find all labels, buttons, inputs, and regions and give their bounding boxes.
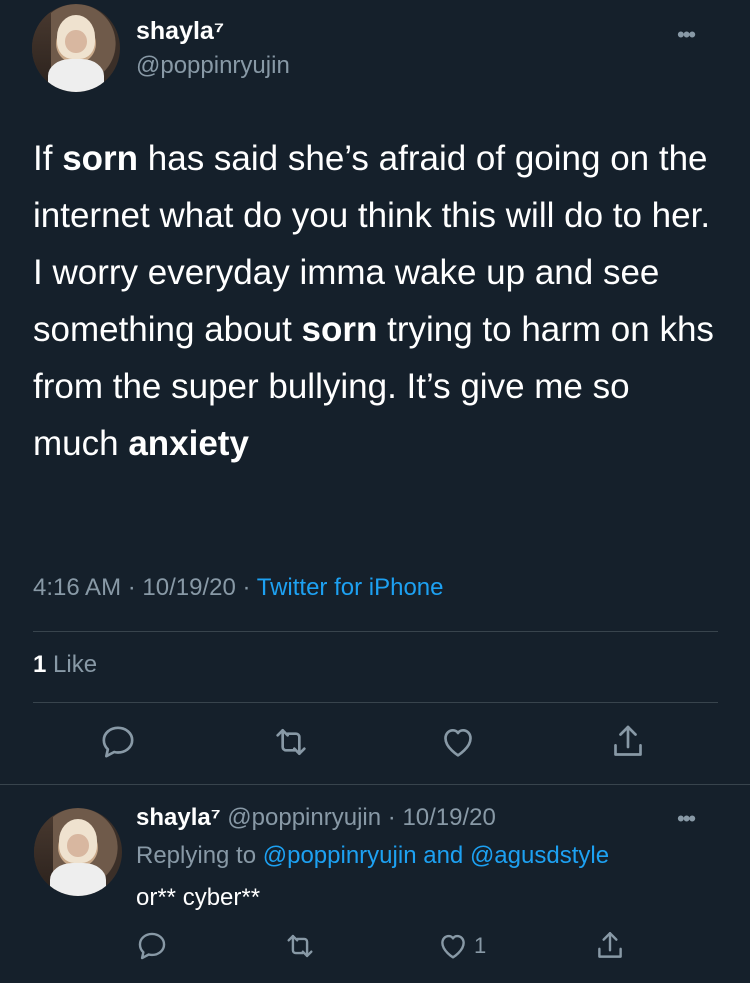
user-handle[interactable]: @poppinryujin: [136, 52, 290, 80]
retweet-button[interactable]: [269, 720, 313, 764]
tweet-text: If sorn has said she’s afraid of going o…: [33, 139, 714, 463]
replying-to: Replying to @poppinryujin and @agusdstyl…: [136, 842, 610, 869]
tweet-source-link[interactable]: Twitter for iPhone: [257, 574, 444, 601]
main-tweet: shayla⁷ @poppinryujin ••• If sorn has sa…: [0, 0, 750, 784]
tweet-date: 10/19/20: [142, 574, 236, 601]
reply-header: shayla⁷ @poppinryujin · 10/19/20: [136, 804, 496, 831]
reply-date[interactable]: 10/19/20: [402, 804, 495, 831]
share-button[interactable]: [588, 924, 632, 968]
like-button[interactable]: [436, 720, 480, 764]
share-button[interactable]: [606, 720, 650, 764]
reply-handle[interactable]: @poppinryujin: [227, 804, 381, 831]
tweet-metadata: 4:16 AM · 10/19/20 · Twitter for iPhone: [33, 574, 444, 601]
reply-display-name[interactable]: shayla⁷: [136, 804, 221, 831]
heart-icon: [441, 934, 465, 959]
display-name[interactable]: shayla⁷: [136, 17, 224, 46]
reply-text: or** cyber**: [136, 884, 261, 911]
divider: [33, 702, 718, 703]
reply-like-count: 1: [474, 933, 487, 958]
more-horizontal-icon[interactable]: •••: [677, 806, 696, 832]
divider: [0, 784, 750, 785]
divider: [33, 631, 718, 632]
tweet-time: 4:16 AM: [33, 574, 122, 601]
avatar[interactable]: [32, 4, 120, 92]
mention-link[interactable]: @poppinryujin: [263, 842, 417, 869]
reply-button[interactable]: [96, 720, 140, 764]
likes-count-link[interactable]: 1 Like: [33, 651, 97, 679]
mention-link[interactable]: @agusdstyle: [470, 842, 609, 869]
heart-icon: [444, 729, 472, 757]
share-icon: [614, 725, 642, 756]
like-button[interactable]: 1: [436, 924, 506, 968]
reply-avatar[interactable]: [34, 808, 122, 896]
retweet-icon: [287, 934, 313, 958]
share-icon: [598, 932, 622, 958]
reply-icon: [102, 726, 134, 758]
more-horizontal-icon[interactable]: •••: [677, 22, 696, 48]
reply-icon: [138, 932, 166, 960]
reply-button[interactable]: [130, 924, 174, 968]
retweet-icon: [276, 729, 306, 755]
retweet-button[interactable]: [278, 924, 322, 968]
